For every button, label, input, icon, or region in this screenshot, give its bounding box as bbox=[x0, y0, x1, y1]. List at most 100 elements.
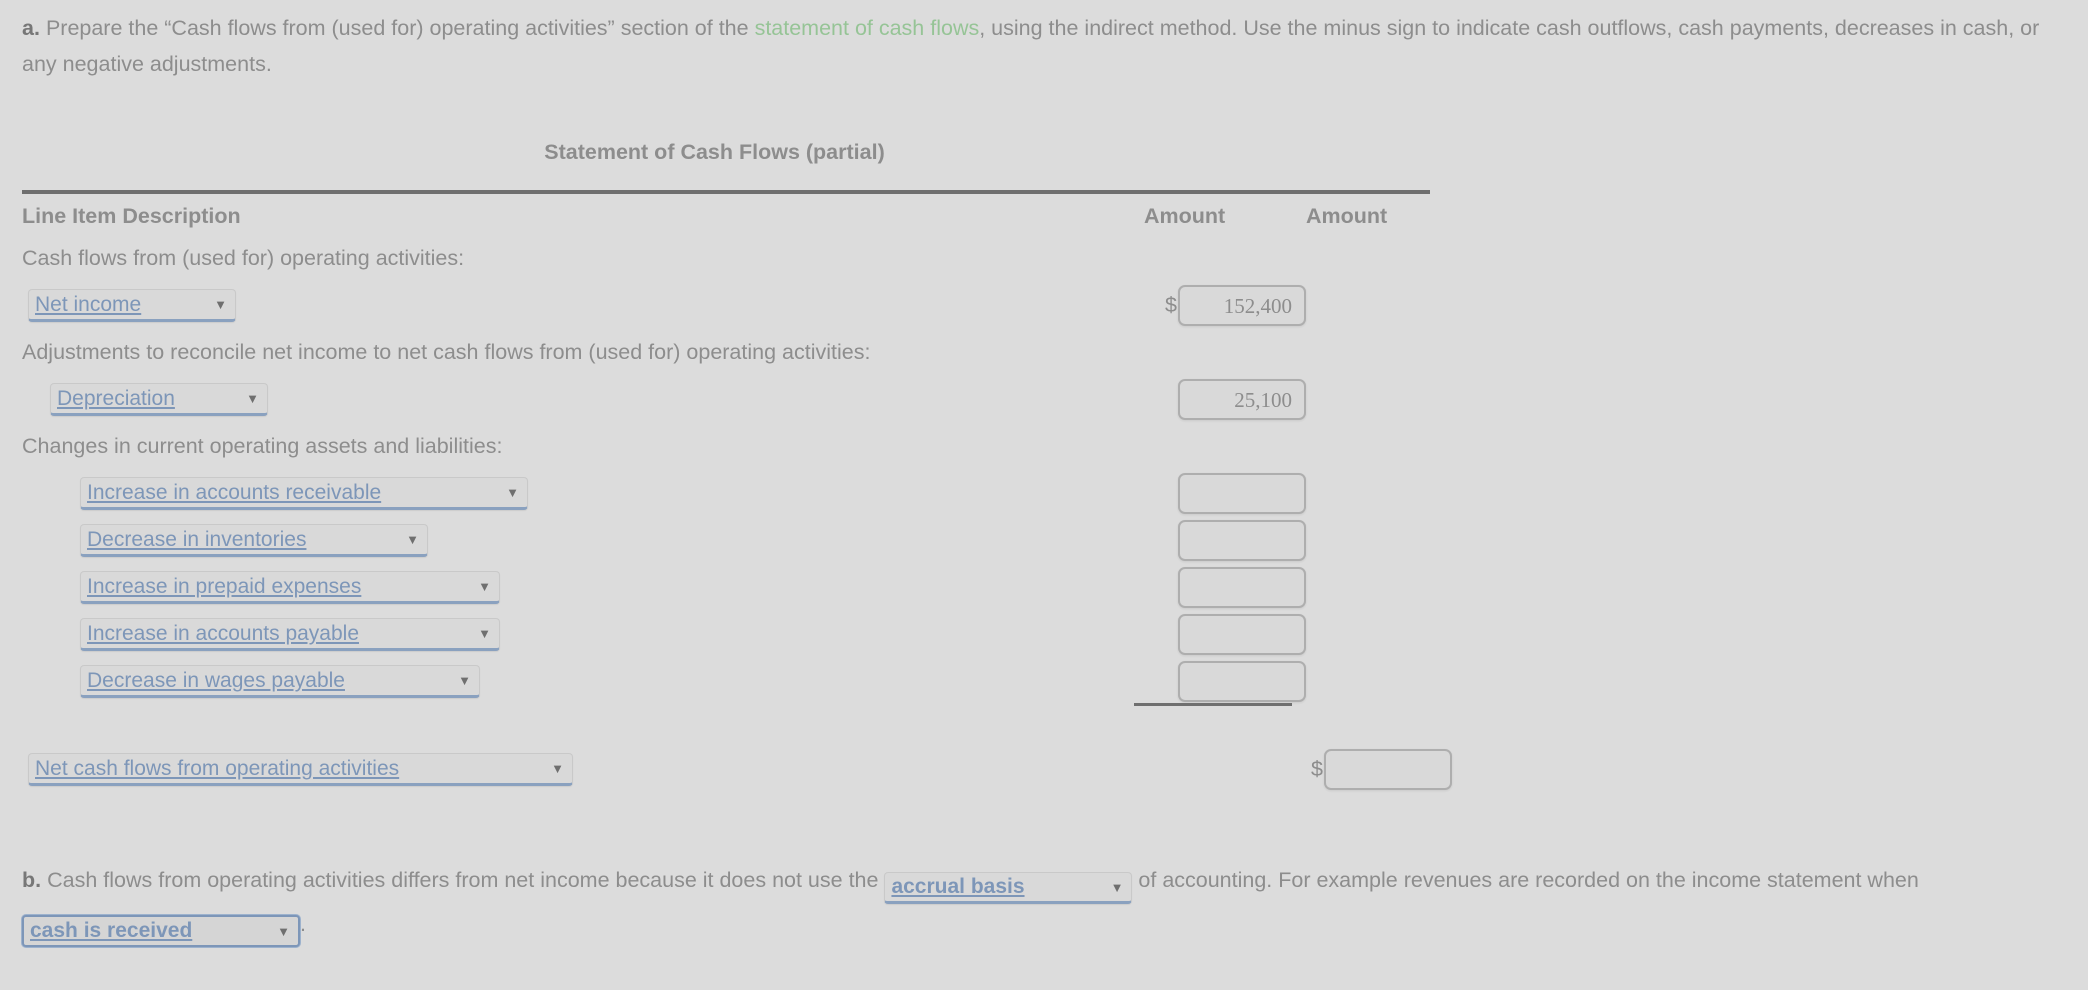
amount-cell-2: $ bbox=[1306, 746, 1452, 793]
line-item-select[interactable]: Net income ▼ bbox=[28, 289, 236, 322]
amount-cell-2 bbox=[1306, 517, 1452, 564]
line-item-select-label: Decrease in inventories bbox=[87, 527, 307, 551]
line-item-select-label: Increase in accounts payable bbox=[87, 621, 360, 645]
amount-cell-2 bbox=[1306, 564, 1452, 611]
col-header-description: Line Item Description bbox=[22, 204, 241, 228]
line-item-label-text: Changes in current operating assets and … bbox=[22, 434, 503, 458]
line-item-select[interactable]: Decrease in inventories ▼ bbox=[80, 524, 428, 557]
amount-cell-2 bbox=[1306, 423, 1452, 470]
table-row: Decrease in wages payable ▼ bbox=[22, 658, 1452, 705]
col-header-amount-2: Amount bbox=[1306, 204, 1388, 228]
amount-cell-1 bbox=[1144, 329, 1306, 376]
amount-cell-1 bbox=[1144, 611, 1306, 658]
table-row: Net income ▼ $152,400 bbox=[22, 282, 1452, 329]
part-a-prompt: a. Prepare the “Cash flows from (used for… bbox=[22, 10, 2068, 82]
table-row: Increase in accounts payable ▼ bbox=[22, 611, 1452, 658]
line-item-select[interactable]: Increase in accounts receivable ▼ bbox=[80, 477, 528, 510]
subtotal-rule bbox=[1134, 703, 1292, 706]
amount-cell-2 bbox=[1306, 611, 1452, 658]
part-a-marker: a. bbox=[22, 16, 40, 40]
table-label-row: Cash flows from (used for) operating act… bbox=[22, 235, 1452, 282]
line-item-select-label: Depreciation bbox=[57, 386, 175, 410]
line-item-label: Changes in current operating assets and … bbox=[22, 423, 1144, 470]
dollar-sign: $ bbox=[1165, 293, 1177, 317]
chevron-down-icon: ▼ bbox=[458, 673, 471, 688]
cash-is-received-select[interactable]: cash is received ▼ bbox=[22, 915, 300, 947]
chevron-down-icon: ▼ bbox=[551, 761, 564, 776]
line-item-select-cell: Increase in accounts receivable ▼ bbox=[22, 470, 1144, 517]
part-b-text-1: Cash flows from operating activities dif… bbox=[47, 868, 885, 892]
chevron-down-icon: ▼ bbox=[214, 297, 227, 312]
line-item-select-cell: Depreciation ▼ bbox=[22, 376, 1144, 423]
amount-cell-2 bbox=[1306, 470, 1452, 517]
line-item-label-text: Adjustments to reconcile net income to n… bbox=[22, 340, 871, 364]
line-item-select-label: Decrease in wages payable bbox=[87, 668, 345, 692]
amount-cell-1 bbox=[1144, 517, 1306, 564]
cash-flow-table: Line Item Description Amount Amount Cash… bbox=[22, 194, 1452, 793]
amount-cell-2 bbox=[1306, 376, 1452, 423]
amount-input[interactable] bbox=[1324, 749, 1452, 790]
table-label-row: Adjustments to reconcile net income to n… bbox=[22, 329, 1452, 376]
part-a-text-1: Prepare the “Cash flows from (used for) … bbox=[45, 16, 755, 40]
table-header-row: Line Item Description Amount Amount bbox=[22, 194, 1452, 235]
amount-cell-1 bbox=[1144, 746, 1306, 793]
chevron-down-icon: ▼ bbox=[406, 532, 419, 547]
accrual-basis-select[interactable]: accrual basis ▼ bbox=[884, 872, 1133, 904]
line-item-select-cell: Increase in prepaid expenses ▼ bbox=[22, 564, 1144, 611]
amount-cell-2 bbox=[1306, 658, 1452, 705]
amount-input[interactable] bbox=[1178, 473, 1306, 514]
line-item-select-label: Increase in prepaid expenses bbox=[87, 574, 362, 598]
table-row: Net cash flows from operating activities… bbox=[22, 746, 1452, 793]
table-row: Increase in prepaid expenses ▼ bbox=[22, 564, 1452, 611]
chevron-down-icon: ▼ bbox=[277, 923, 290, 939]
part-b-prompt: b. Cash flows from operating activities d… bbox=[22, 860, 2068, 947]
table-row: Decrease in inventories ▼ bbox=[22, 517, 1452, 564]
chevron-down-icon: ▼ bbox=[1110, 879, 1124, 895]
part-b-text-2: of accounting. For example revenues are … bbox=[1132, 868, 1919, 892]
amount-cell-2 bbox=[1306, 282, 1452, 329]
amount-input[interactable] bbox=[1178, 614, 1306, 655]
line-item-select-cell: Decrease in wages payable ▼ bbox=[22, 658, 1144, 705]
amount-input[interactable] bbox=[1178, 661, 1306, 702]
amount-input[interactable] bbox=[1178, 567, 1306, 608]
line-item-select[interactable]: Decrease in wages payable ▼ bbox=[80, 665, 480, 698]
col-header-amount-1: Amount bbox=[1144, 204, 1226, 228]
line-item-label: Adjustments to reconcile net income to n… bbox=[22, 329, 1144, 376]
chevron-down-icon: ▼ bbox=[506, 485, 519, 500]
amount-cell-2 bbox=[1306, 235, 1452, 282]
line-item-select[interactable]: Increase in accounts payable ▼ bbox=[80, 618, 500, 651]
chevron-down-icon: ▼ bbox=[478, 626, 491, 641]
amount-input[interactable]: 152,400 bbox=[1178, 285, 1306, 326]
amount-cell-1 bbox=[1144, 564, 1306, 611]
amount-cell-1 bbox=[1144, 235, 1306, 282]
statement-title: Statement of Cash Flows (partial) bbox=[544, 140, 885, 164]
line-item-label-text: Cash flows from (used for) operating act… bbox=[22, 246, 465, 270]
cash-is-received-select-label: cash is received bbox=[30, 919, 193, 942]
amount-input[interactable]: 25,100 bbox=[1178, 379, 1306, 420]
subtotal-rule-row bbox=[22, 703, 1452, 746]
chevron-down-icon: ▼ bbox=[246, 391, 259, 406]
part-b-text-3: . bbox=[300, 912, 306, 936]
amount-cell-1: $152,400 bbox=[1144, 282, 1306, 329]
dollar-sign: $ bbox=[1311, 757, 1323, 781]
table-row: Depreciation ▼ 25,100 bbox=[22, 376, 1452, 423]
cash-flow-table-body: Cash flows from (used for) operating act… bbox=[22, 235, 1452, 793]
amount-cell-1 bbox=[1144, 423, 1306, 470]
statement-table-wrap: Line Item Description Amount Amount Cash… bbox=[22, 190, 1452, 793]
part-b-marker: b. bbox=[22, 868, 42, 892]
amount-cell-2 bbox=[1306, 329, 1452, 376]
line-item-select[interactable]: Net cash flows from operating activities… bbox=[28, 753, 573, 786]
line-item-select[interactable]: Depreciation ▼ bbox=[50, 383, 268, 416]
table-label-row: Changes in current operating assets and … bbox=[22, 423, 1452, 470]
amount-cell-1: 25,100 bbox=[1144, 376, 1306, 423]
amount-cell-1 bbox=[1144, 658, 1306, 705]
line-item-select-cell: Decrease in inventories ▼ bbox=[22, 517, 1144, 564]
line-item-select-label: Net income bbox=[35, 292, 142, 316]
chevron-down-icon: ▼ bbox=[478, 579, 491, 594]
line-item-select-cell: Net cash flows from operating activities… bbox=[22, 746, 1144, 793]
line-item-select-label: Net cash flows from operating activities bbox=[35, 756, 400, 780]
line-item-select-cell: Net income ▼ bbox=[22, 282, 1144, 329]
statement-of-cash-flows-link[interactable]: statement of cash flows bbox=[755, 16, 980, 40]
amount-input[interactable] bbox=[1178, 520, 1306, 561]
line-item-select[interactable]: Increase in prepaid expenses ▼ bbox=[80, 571, 500, 604]
